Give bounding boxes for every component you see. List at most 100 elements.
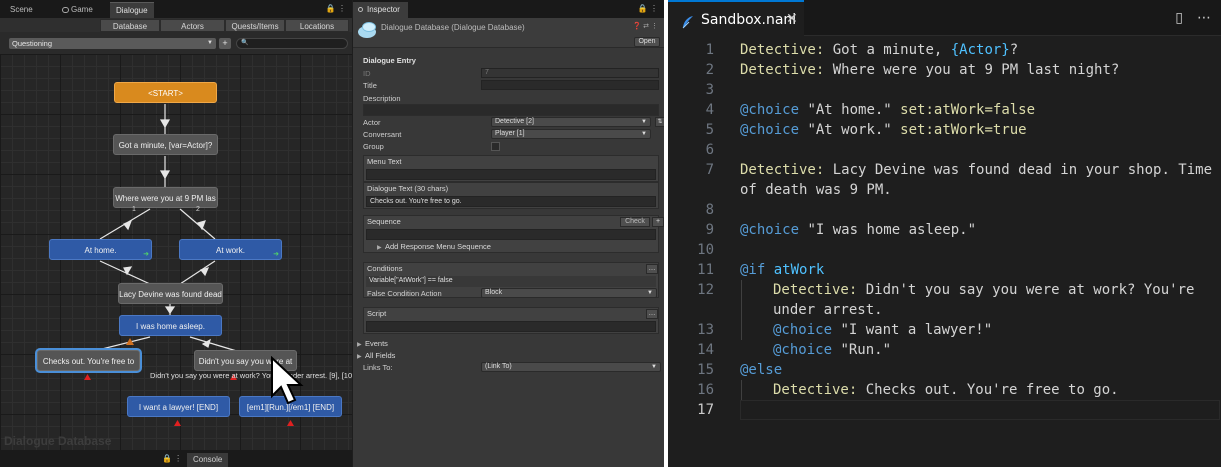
conditions-menu-button[interactable]: …: [646, 264, 658, 274]
events-foldout[interactable]: ▶ Events: [357, 339, 388, 348]
code-line: @choice "At work." set:atWork=true: [740, 120, 1027, 140]
tab-game[interactable]: Game: [56, 2, 99, 18]
tab-scene[interactable]: Scene: [4, 2, 39, 18]
conversation-dropdown[interactable]: Questioning ▼: [9, 38, 216, 49]
subtab-actors[interactable]: Actors: [160, 19, 225, 32]
conversant-dropdown[interactable]: Player [1] ▼: [491, 129, 651, 139]
subtab-locations[interactable]: Locations: [285, 19, 349, 32]
code-line-wrap: under arrest.: [773, 302, 883, 318]
arrowhead: [123, 219, 133, 231]
add-sequence-button[interactable]: +: [652, 217, 664, 227]
code-line: @choice "Run.": [773, 340, 891, 360]
speaker-token: Detective:: [773, 282, 858, 298]
node-lacy-devine[interactable]: Lacy Devine was found dead: [118, 283, 223, 304]
node-tooltip: Didn't you say you were at work? You're …: [150, 371, 352, 380]
conditions-field[interactable]: Variable["AtWork"] == false: [366, 276, 656, 287]
node-i-want-a-lawyer[interactable]: I want a lawyer! [END]: [127, 396, 230, 417]
chevron-right-icon: ▶: [357, 342, 362, 348]
tab-console[interactable]: Console: [187, 453, 229, 467]
script-box: Script …: [363, 307, 659, 334]
menu-text-box: Menu Text: [363, 155, 659, 182]
bottom-tab-bar: 🔒 ⋮ Console: [0, 450, 352, 467]
node-where-were-you[interactable]: Where were you at 9 PM las: [113, 187, 218, 208]
text-token: Checks out. You're free to go.: [857, 382, 1119, 398]
inspector-window: Inspector 🔒 ⋮ Dialogue Database (Dialogu…: [353, 0, 664, 467]
subtab-database[interactable]: Database: [100, 19, 160, 32]
line-number: 12: [697, 282, 714, 298]
code-line: @choice "At home." set:atWork=false: [740, 100, 1035, 120]
lock-icon[interactable]: 🔒 ⋮: [638, 4, 658, 13]
tab-inspector[interactable]: Inspector: [353, 2, 408, 18]
links-to-row: Links To: (Link To) ▼: [363, 362, 661, 373]
chevron-down-icon: ▼: [647, 290, 653, 296]
tab-scene-label: Scene: [10, 5, 33, 14]
links-to-dropdown-value: (Link To): [485, 363, 512, 370]
false-action-label: False Condition Action: [367, 289, 442, 298]
add-conversation-button[interactable]: +: [219, 38, 231, 49]
node-search-input[interactable]: 🔍: [236, 38, 348, 49]
id-row: ID 7: [363, 68, 661, 79]
conversation-dropdown-value: Questioning: [12, 39, 53, 48]
kebab-menu-icon[interactable]: ⋮: [338, 4, 346, 13]
links-to-dropdown[interactable]: (Link To) ▼: [481, 362, 661, 372]
link-n2-work: [179, 208, 216, 240]
all-fields-foldout[interactable]: ▶ All Fields: [357, 351, 395, 360]
mouse-cursor-icon: [271, 356, 304, 405]
node-checks-out[interactable]: Checks out. You're free to: [37, 350, 140, 371]
arrowhead: [197, 220, 206, 231]
links-to-label: Links To:: [363, 363, 393, 372]
tab-dialogue[interactable]: Dialogue: [110, 2, 154, 18]
actor-swap-button[interactable]: ⇅: [655, 117, 664, 127]
variable-token: atWork: [765, 262, 825, 278]
more-actions-icon[interactable]: ⋯: [1197, 10, 1211, 26]
description-label: Description: [363, 94, 401, 103]
all-fields-foldout-label: All Fields: [365, 351, 396, 360]
menu-text-label: Menu Text: [367, 157, 402, 166]
line-number: 3: [705, 82, 714, 98]
node-at-home[interactable]: At home. ➜: [49, 239, 152, 260]
port-number: 2: [196, 206, 200, 213]
split-editor-icon[interactable]: ▯: [1175, 10, 1183, 26]
title-field[interactable]: [481, 80, 659, 90]
open-button[interactable]: Open: [634, 37, 660, 47]
command-token: @choice: [773, 322, 833, 338]
actor-dropdown-value: Detective [2]: [495, 118, 534, 125]
sequence-field[interactable]: [366, 229, 656, 240]
dialogue-text-field[interactable]: Checks out. You're free to go.: [366, 196, 656, 207]
lock-icon[interactable]: 🔒 ⋮: [162, 454, 182, 463]
code-line: @if atWork: [740, 260, 824, 280]
tab-sandbox-nani[interactable]: Sandbox.nani ✕: [668, 0, 804, 36]
group-checkbox[interactable]: [491, 142, 500, 151]
header-icons[interactable]: ❓ ⇄ ⋮: [633, 22, 658, 30]
title-label: Title: [363, 81, 377, 90]
code-line: @choice "I was home asleep.": [740, 220, 976, 240]
description-row: Description: [363, 93, 661, 104]
script-menu-button[interactable]: …: [646, 309, 658, 319]
node-start[interactable]: <START>: [114, 82, 217, 103]
command-token: @if: [740, 262, 766, 278]
chevron-down-icon: ▼: [207, 40, 213, 46]
check-button[interactable]: Check: [620, 217, 650, 227]
code-area[interactable]: 1 2 3 4 5 6 7 8 9 10 11 12 13 14 15 16 1…: [668, 40, 1221, 467]
arrowhead: [164, 306, 176, 315]
script-field[interactable]: [366, 321, 656, 332]
conversant-dropdown-value: Player [1]: [495, 130, 525, 137]
inspector-header: Dialogue Database (Dialogue Database) ❓ …: [353, 18, 664, 48]
search-icon: 🔍: [241, 40, 249, 46]
lock-icon[interactable]: 🔒: [326, 4, 336, 13]
tab-menu-icons[interactable]: 🔒 ⋮: [326, 4, 346, 13]
add-response-menu-sequence[interactable]: ▶ Add Response Menu Sequence: [377, 242, 491, 251]
link-work-lacy: [179, 260, 216, 285]
description-field[interactable]: [363, 104, 659, 116]
node-home-asleep[interactable]: I was home asleep.: [119, 315, 222, 336]
tab-console-label: Console: [193, 455, 223, 464]
false-action-dropdown[interactable]: Block ▼: [481, 288, 657, 298]
string-token: "Run.": [832, 342, 892, 358]
node-got-a-minute[interactable]: Got a minute, [var=Actor]?: [113, 134, 218, 155]
node-at-work[interactable]: At work. ➜: [179, 239, 282, 260]
subtab-quests-items[interactable]: Quests/Items: [225, 19, 285, 32]
line-number: 15: [697, 362, 714, 378]
menu-text-field[interactable]: [366, 169, 656, 180]
actor-dropdown[interactable]: Detective [2] ▼: [491, 117, 651, 127]
close-icon[interactable]: ✕: [786, 11, 798, 27]
